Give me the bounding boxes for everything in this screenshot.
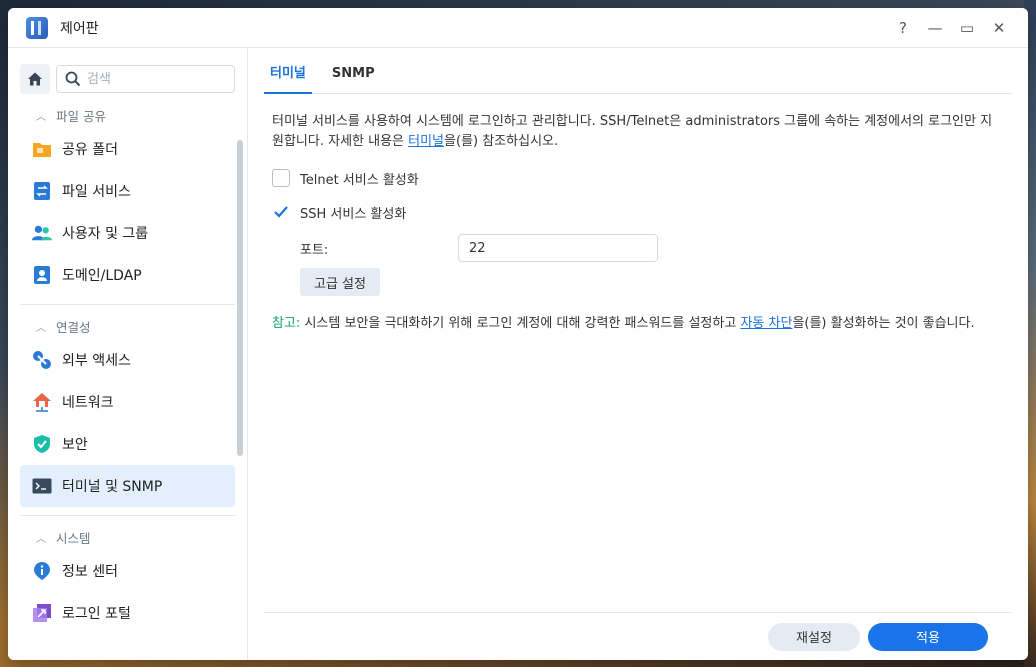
terminal-icon [32, 476, 52, 496]
group-divider [20, 304, 235, 305]
sidebar-item-label: 정보 센터 [62, 564, 118, 580]
group-header-file-sharing[interactable]: ︿ 파일 공유 [20, 102, 235, 128]
home-icon [28, 72, 42, 86]
network-icon [32, 392, 52, 412]
users-groups-icon [32, 223, 52, 243]
sidebar-item-label: 외부 액세스 [62, 353, 131, 369]
advanced-settings-button[interactable]: 고급 설정 [300, 268, 380, 296]
control-panel-window: 제어판 ? — ▭ ✕ 검색 ︿ 파일 공유 공유 폴더 파일 서비스 사용자 … [8, 8, 1028, 660]
sidebar-item-label: 공유 폴더 [62, 142, 118, 158]
sidebar-item-label: 사용자 및 그룹 [62, 226, 149, 242]
shared-folder-icon [32, 139, 52, 159]
sidebar: ︿ 파일 공유 공유 폴더 파일 서비스 [8, 48, 248, 660]
sidebar-item-info-center[interactable]: 정보 센터 [20, 550, 235, 592]
telnet-checkbox[interactable] [272, 169, 290, 187]
control-panel-app-icon [26, 16, 48, 39]
description-text: 터미널 서비스를 사용하여 시스템에 로그인하고 관리합니다. SSH/Teln… [272, 114, 993, 149]
maximize-button[interactable]: ▭ [952, 13, 982, 43]
help-button[interactable]: ? [888, 13, 918, 43]
sidebar-item-users-groups[interactable]: 사용자 및 그룹 [20, 212, 235, 254]
ssh-checkbox[interactable] [272, 203, 290, 221]
sidebar-item-security[interactable]: 보안 [20, 423, 235, 465]
reset-button[interactable]: 재설정 [768, 622, 860, 651]
checkmark-icon [274, 206, 288, 218]
main-content: 터미널 SNMP 터미널 서비스를 사용하여 시스템에 로그인하고 관리합니다.… [248, 48, 1028, 660]
sidebar-item-file-services[interactable]: 파일 서비스 [20, 170, 235, 212]
note-text: 시스템 보안을 극대화하기 위해 로그인 계정에 대해 강력한 패스워드를 설정… [300, 316, 741, 331]
sidebar-item-label: 네트워크 [62, 395, 114, 411]
port-input[interactable] [458, 234, 658, 262]
chevron-up-icon: ︿ [36, 533, 46, 545]
login-portal-icon [32, 603, 52, 623]
group-header-connectivity[interactable]: ︿ 연결성 [20, 313, 235, 339]
sidebar-item-label: 도메인/LDAP [62, 268, 142, 284]
file-services-icon [32, 181, 52, 201]
telnet-label: Telnet 서비스 활성화 [300, 172, 419, 188]
domain-ldap-icon [32, 265, 52, 285]
search-icon [65, 71, 81, 87]
search-input[interactable] [87, 71, 217, 87]
sidebar-item-login-portal[interactable]: 로그인 포털 [20, 592, 235, 634]
sidebar-item-external-access[interactable]: 외부 액세스 [20, 339, 235, 381]
tab-terminal[interactable]: 터미널 [264, 62, 312, 94]
sidebar-nav: ︿ 파일 공유 공유 폴더 파일 서비스 사용자 및 그룹 도메인/LDAP ︿… [8, 102, 247, 634]
port-label: 포트: [300, 242, 329, 258]
sidebar-item-label: 파일 서비스 [62, 184, 131, 200]
note-text-end: 을(를) 활성화하는 것이 좋습니다. [792, 316, 975, 331]
sidebar-item-label: 보안 [62, 437, 88, 453]
footer-bar: 재설정 적용 [264, 612, 1012, 660]
tab-bar: 터미널 SNMP [264, 48, 1012, 94]
minimize-button[interactable]: — [920, 13, 950, 43]
telnet-row: Telnet 서비스 활성화 [264, 168, 1012, 188]
close-button[interactable]: ✕ [984, 13, 1014, 43]
chevron-up-icon: ︿ [36, 322, 46, 334]
sidebar-item-label: 로그인 포털 [62, 606, 131, 622]
ssh-label: SSH 서비스 활성화 [300, 206, 407, 222]
search-box[interactable] [56, 65, 235, 93]
group-label: 시스템 [56, 530, 91, 546]
group-divider [20, 515, 235, 516]
description-text-end: 을(를) 참조하십시오. [444, 134, 559, 149]
title-bar: 제어판 ? — ▭ ✕ [8, 8, 1028, 48]
auto-block-link[interactable]: 자동 차단 [740, 316, 792, 331]
sidebar-item-terminal-snmp[interactable]: 터미널 및 SNMP [20, 465, 235, 507]
chevron-up-icon: ︿ [36, 111, 46, 123]
security-shield-icon [32, 434, 52, 454]
sidebar-item-label: 터미널 및 SNMP [62, 479, 163, 495]
tab-snmp[interactable]: SNMP [326, 66, 381, 93]
group-label: 파일 공유 [56, 108, 106, 124]
group-label: 연결성 [56, 319, 91, 335]
group-header-system[interactable]: ︿ 시스템 [20, 524, 235, 550]
info-center-icon [32, 561, 52, 581]
sidebar-item-network[interactable]: 네트워크 [20, 381, 235, 423]
note-label: 참고: [272, 316, 301, 331]
external-access-icon [32, 350, 52, 370]
sidebar-item-domain-ldap[interactable]: 도메인/LDAP [20, 254, 235, 296]
window-title: 제어판 [60, 20, 99, 37]
apply-button[interactable]: 적용 [868, 622, 988, 651]
terminal-description: 터미널 서비스를 사용하여 시스템에 로그인하고 관리합니다. SSH/Teln… [264, 112, 1004, 152]
terminal-help-link[interactable]: 터미널 [408, 134, 444, 149]
home-button[interactable] [20, 64, 50, 94]
ssh-row: SSH 서비스 활성화 [264, 202, 1012, 222]
security-note: 참고: 시스템 보안을 극대화하기 위해 로그인 계정에 대해 강력한 패스워드… [264, 314, 1004, 334]
sidebar-item-shared-folder[interactable]: 공유 폴더 [20, 128, 235, 170]
port-row: 포트: [264, 234, 1012, 262]
sidebar-scrollbar[interactable] [237, 140, 243, 456]
